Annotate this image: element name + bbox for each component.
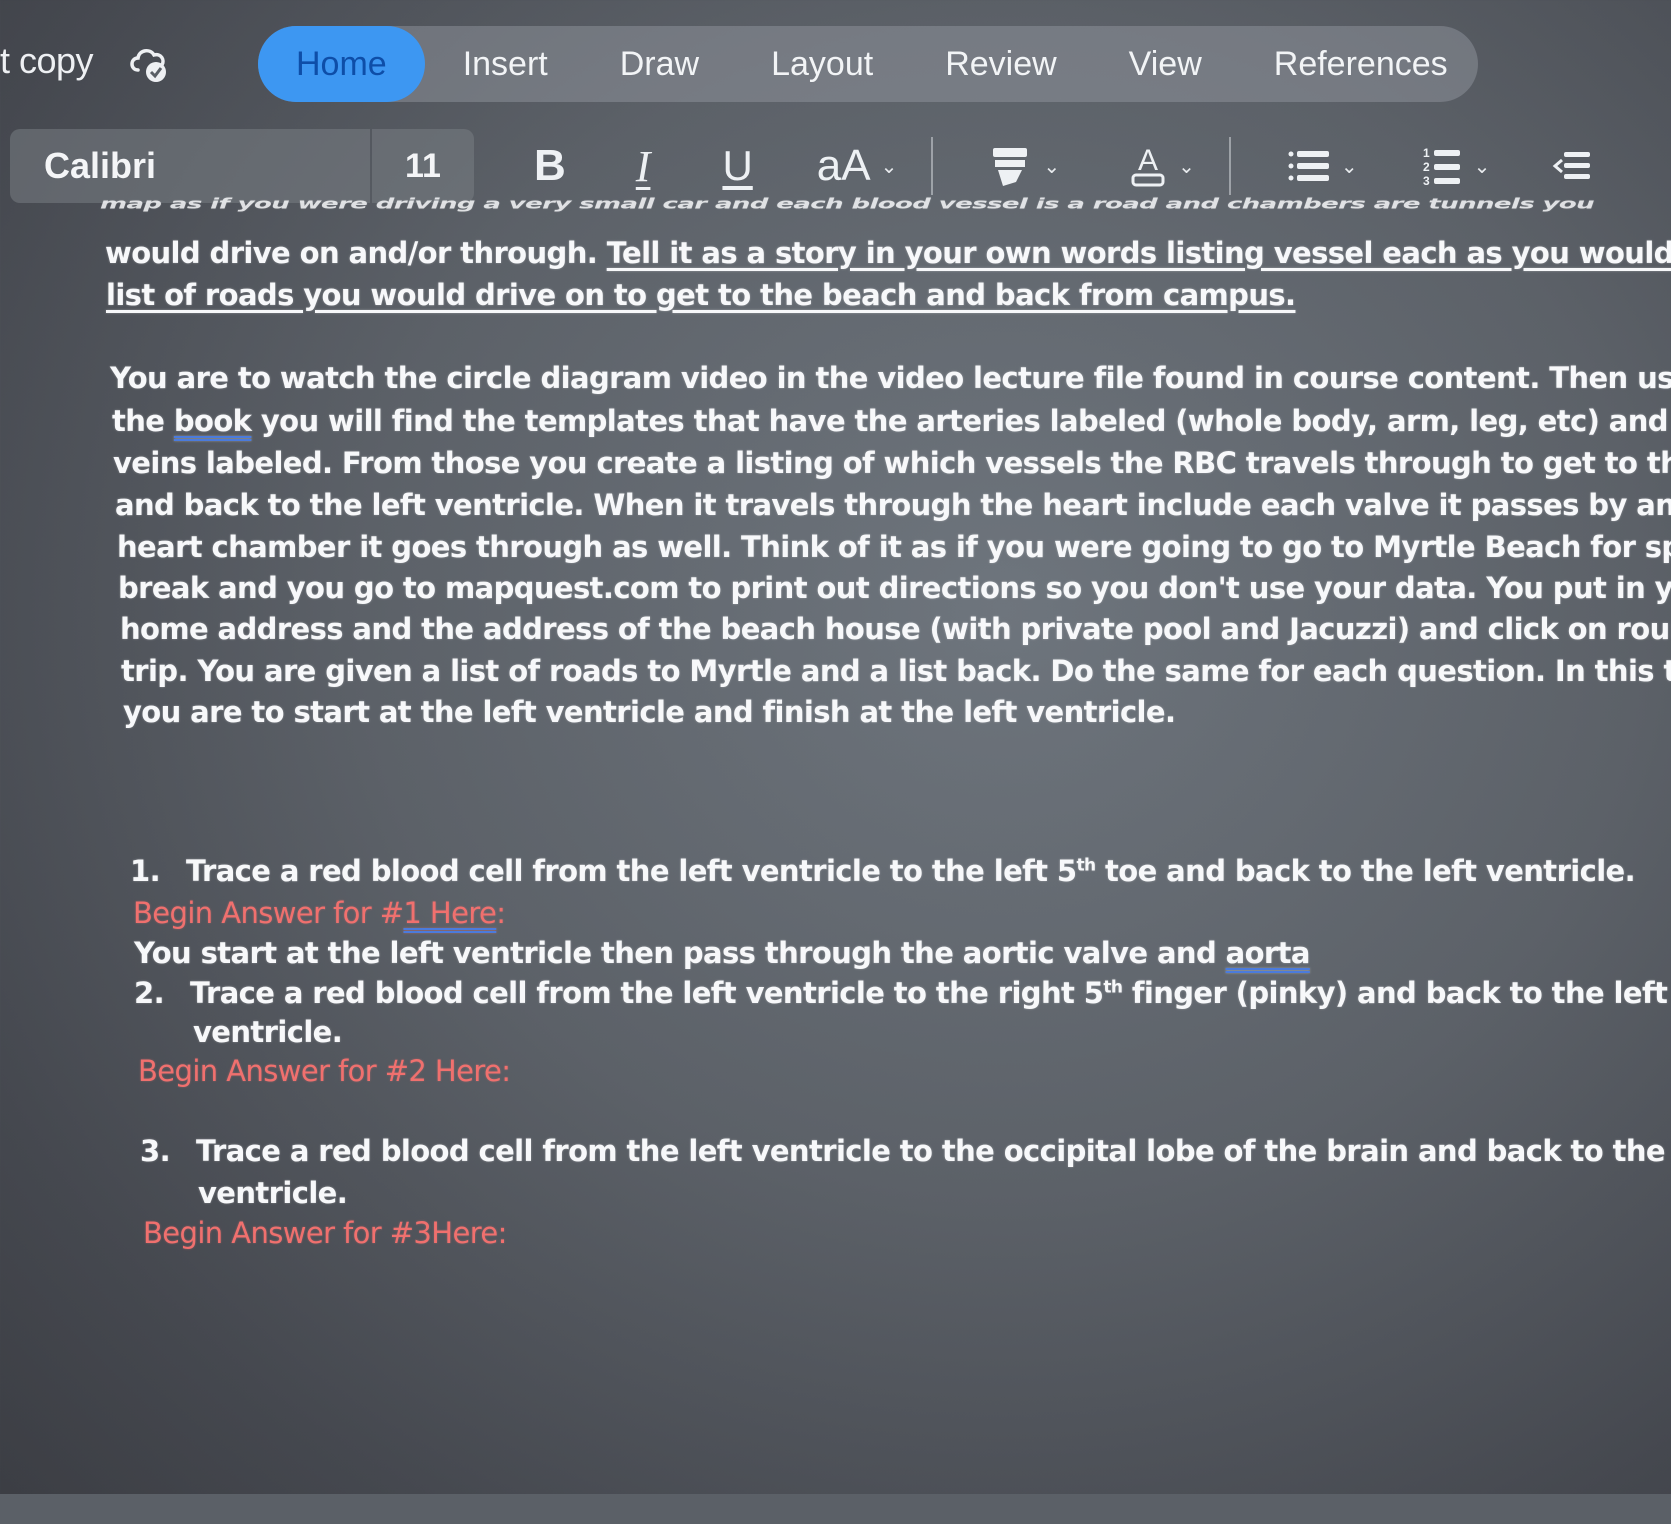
question-text: Trace a red blood cell from the left ven…: [186, 854, 1077, 888]
question-number: 1.: [130, 854, 161, 888]
chevron-down-icon: ⌄: [1340, 155, 1358, 178]
answer-1-text[interactable]: You start at the left ventricle then pas…: [134, 936, 1310, 970]
answer-text: You start at the left ventricle then pas…: [134, 936, 1226, 970]
paragraph-line: and back to the left ventricle. When it …: [115, 488, 1671, 522]
toolbar-divider: [931, 137, 934, 195]
paragraph-line: You are to watch the circle diagram vide…: [110, 361, 1671, 395]
paragraph-text: the: [112, 404, 174, 438]
question-3: 3. Trace a red blood cell from the left v…: [140, 1134, 1671, 1168]
tab-view[interactable]: View: [1093, 26, 1238, 102]
question-3-continuation: ventricle.: [198, 1176, 348, 1210]
instructions-underlined-2: list of roads you would drive on to get …: [106, 278, 1296, 312]
decrease-indent-icon: [1552, 148, 1592, 184]
answer-prompt-3[interactable]: Begin Answer for #3Here:: [143, 1216, 507, 1250]
chevron-down-icon: ⌄: [1473, 155, 1491, 178]
tab-layout[interactable]: Layout: [735, 26, 909, 102]
paragraph-line: trip. You are given a list of roads to M…: [121, 654, 1671, 688]
question-text: Trace a red blood cell from the left ven…: [190, 976, 1104, 1010]
answer-prompt-text: :: [496, 896, 506, 930]
change-case-button[interactable]: aA ⌄: [817, 129, 898, 203]
window-bottom-edge: [0, 1494, 1671, 1524]
answer-prompt-2[interactable]: Begin Answer for #2 Here:: [138, 1054, 511, 1088]
instructions-underlined: Tell it as a story in your own words lis…: [606, 236, 1671, 270]
partially-hidden-line: map as if you were driving a very small …: [100, 196, 1595, 213]
paragraph-text: you will find the templates that have th…: [251, 404, 1671, 438]
italic-button[interactable]: I: [636, 129, 651, 203]
highlight-button[interactable]: ⌄: [967, 129, 1060, 203]
tab-draw[interactable]: Draw: [584, 26, 735, 102]
question-text: finger (pinky) and back to the left: [1122, 976, 1668, 1010]
font-color-icon: A: [1128, 142, 1168, 190]
spellcheck-flag-here[interactable]: 1 Here: [403, 896, 496, 930]
tab-insert[interactable]: Insert: [427, 26, 584, 102]
numbered-list-button[interactable]: 1 2 3 ⌄: [1398, 129, 1491, 203]
paragraph-line: home address and the address of the beac…: [120, 612, 1671, 646]
ribbon-header: t copy Home Insert Draw Layout Review Vi…: [0, 0, 1671, 110]
paragraph-line: break and you go to mapquest.com to prin…: [118, 571, 1671, 605]
answer-prompt-text: Begin Answer for #: [133, 896, 404, 930]
document-title[interactable]: t copy: [0, 40, 94, 82]
spellcheck-flag-aorta[interactable]: aorta: [1226, 936, 1311, 970]
bold-button[interactable]: B: [534, 129, 566, 203]
tab-review[interactable]: Review: [909, 26, 1092, 102]
svg-text:2: 2: [1423, 160, 1430, 174]
question-text: Trace a red blood cell from the left ven…: [196, 1134, 1671, 1168]
highlight-icon: [989, 144, 1033, 188]
decrease-indent-button[interactable]: [1530, 129, 1592, 203]
ribbon-tabs: Home Insert Draw Layout Review View Refe…: [258, 26, 1478, 102]
toolbar-divider: [1228, 137, 1231, 195]
chevron-down-icon: ⌄: [880, 155, 898, 178]
tab-home[interactable]: Home: [258, 26, 425, 102]
question-number: 2.: [134, 976, 165, 1010]
question-2-continuation: ventricle.: [193, 1015, 343, 1049]
superscript: th: [1103, 977, 1123, 998]
question-1: 1. Trace a red blood cell from the left v…: [130, 854, 1636, 888]
paragraph-line: heart chamber it goes through as well. T…: [117, 530, 1671, 564]
instructions-line: would drive on and/or through. Tell it a…: [105, 236, 1671, 270]
answer-prompt-1[interactable]: Begin Answer for #1 Here:: [133, 896, 506, 930]
paragraph-line: you are to start at the left ventricle a…: [123, 695, 1176, 729]
font-color-button[interactable]: A ⌄: [1106, 129, 1195, 203]
numbered-list-icon: 1 2 3: [1420, 144, 1464, 188]
underline-button[interactable]: U: [722, 129, 752, 203]
question-number: 3.: [140, 1134, 171, 1168]
font-name-select[interactable]: Calibri: [10, 129, 370, 203]
cloud-check-icon[interactable]: [128, 44, 170, 84]
font-size-select[interactable]: 11: [372, 129, 474, 203]
superscript: th: [1076, 855, 1097, 876]
chevron-down-icon: ⌄: [1043, 155, 1061, 178]
instructions-plain: would drive on and/or through.: [105, 236, 607, 270]
spellcheck-flag-book[interactable]: book: [174, 404, 252, 438]
paragraph-line: the book you will find the templates tha…: [112, 404, 1671, 438]
bullet-list-icon: [1287, 146, 1331, 186]
svg-text:A: A: [1138, 144, 1158, 177]
chevron-down-icon: ⌄: [1178, 155, 1195, 178]
question-2: 2. Trace a red blood cell from the left v…: [134, 976, 1668, 1010]
tab-references[interactable]: References: [1238, 26, 1484, 102]
bullet-list-button[interactable]: ⌄: [1265, 129, 1358, 203]
change-case-label: aA: [816, 141, 871, 190]
svg-text:3: 3: [1423, 174, 1430, 188]
question-text: toe and back to the left ventricle.: [1095, 854, 1636, 888]
svg-text:1: 1: [1423, 146, 1430, 160]
paragraph-line: veins labeled. From those you create a l…: [113, 446, 1671, 480]
formatting-toolbar: Calibri 11 B I U aA ⌄ ⌄ A ⌄ ⌄ 1 2 3 ⌄: [10, 128, 1671, 204]
